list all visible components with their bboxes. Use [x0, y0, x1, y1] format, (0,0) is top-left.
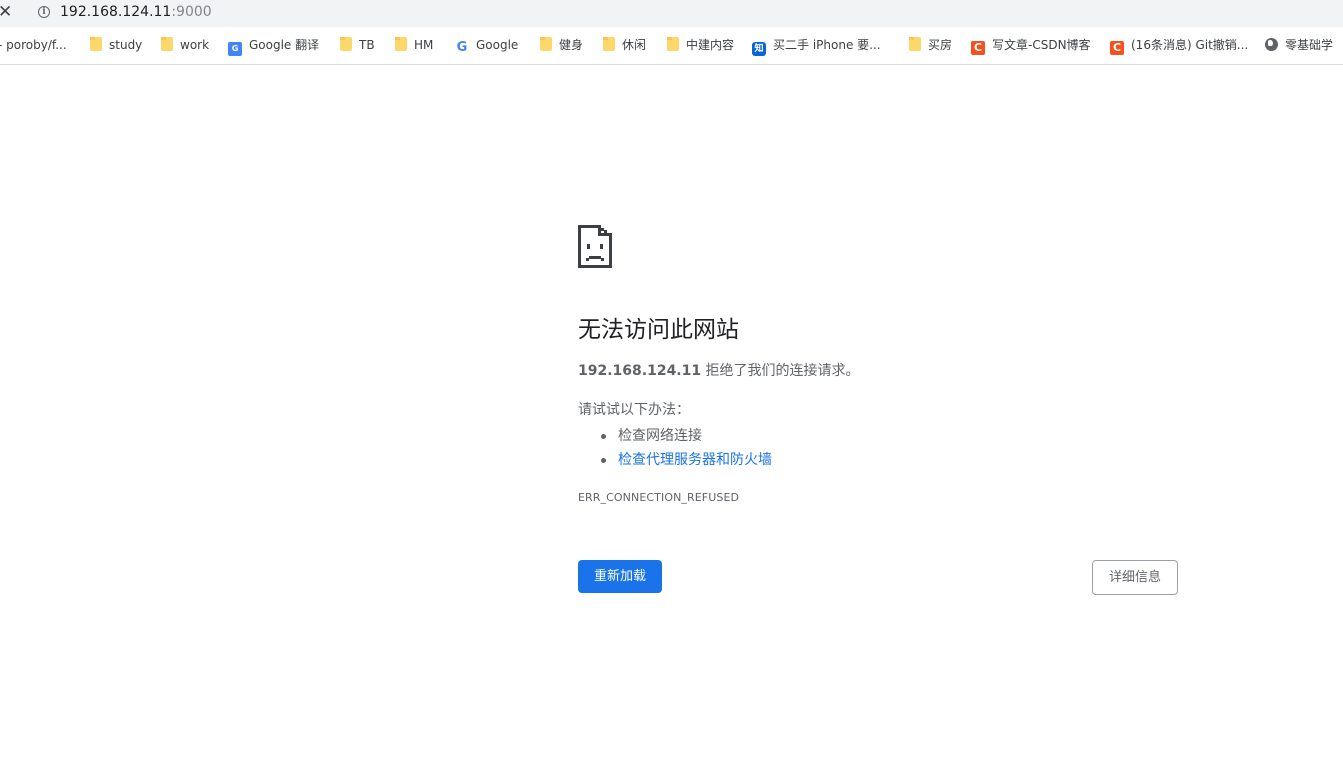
folder-icon	[90, 37, 102, 51]
details-button[interactable]: 详细信息	[1092, 560, 1178, 595]
close-icon[interactable]: ✕	[0, 3, 12, 21]
folder-icon	[667, 37, 679, 51]
bookmark-label: 休闲	[622, 38, 647, 52]
folder-icon	[909, 37, 921, 51]
bookmark-csdn-write[interactable]: C 写文章-CSDN博客	[971, 35, 1091, 55]
globe-icon	[1265, 38, 1278, 51]
csdn-icon: C	[971, 41, 985, 55]
url-port: :9000	[171, 4, 212, 20]
site-info-icon[interactable]: i	[38, 6, 50, 18]
error-code: ERR_CONNECTION_REFUSED	[578, 491, 740, 504]
bookmark-label: 买二手 iPhone 要...	[773, 38, 881, 52]
bookmark-label: - poroby/f...	[0, 38, 67, 52]
bookmark-cscec[interactable]: 中建内容	[667, 35, 734, 55]
folder-icon	[340, 37, 352, 51]
bookmarks-bar: - poroby/f... study work G Google 翻译 TB H…	[0, 27, 1343, 65]
bookmark-label: (16条消息) Git撤销...	[1131, 38, 1249, 52]
reload-button[interactable]: 重新加载	[578, 560, 662, 593]
bookmark-leisure[interactable]: 休闲	[603, 35, 646, 55]
bookmark-label: 健身	[559, 38, 584, 52]
folder-icon	[540, 37, 552, 51]
bookmark-label: 零基础学	[1285, 38, 1334, 52]
bookmark-csdn-git[interactable]: C (16条消息) Git撤销...	[1110, 35, 1248, 55]
folder-icon	[603, 37, 615, 51]
bookmark-label: Google 翻译	[249, 38, 320, 52]
bookmark-label: work	[180, 38, 210, 52]
zhihu-icon: 知	[752, 42, 766, 56]
suggestion-check-network: 检查网络连接	[578, 424, 772, 448]
sad-page-icon	[578, 225, 612, 268]
url-host: 192.168.124.11	[60, 4, 172, 20]
bookmark-work[interactable]: work	[161, 35, 209, 55]
bookmark-google-translate[interactable]: G Google 翻译	[228, 35, 320, 56]
error-host: 192.168.124.11	[578, 363, 702, 379]
bookmark-label: 中建内容	[686, 38, 735, 52]
bookmark-label: 写文章-CSDN博客	[992, 38, 1091, 52]
folder-icon	[395, 37, 407, 51]
error-heading: 无法访问此网站	[578, 317, 739, 343]
bookmark-hm[interactable]: HM	[395, 35, 433, 55]
bookmark-zhihu-iphone[interactable]: 知买二手 iPhone 要...	[752, 35, 881, 56]
error-summary-text: 拒绝了我们的连接请求。	[701, 363, 860, 379]
suggestions-list: 检查网络连接 检查代理服务器和防火墙	[578, 424, 772, 472]
bookmark-label: Google	[476, 38, 519, 52]
omnibox[interactable]: i 192.168.124.11:9000	[24, 0, 1343, 26]
bookmark-poroby[interactable]: - poroby/f...	[0, 35, 67, 55]
bookmark-label: HM	[414, 38, 434, 52]
bookmark-tb[interactable]: TB	[340, 35, 375, 55]
bookmark-fitness[interactable]: 健身	[540, 35, 583, 55]
bookmark-label: TB	[359, 38, 375, 52]
suggestions-heading: 请试试以下办法：	[578, 402, 690, 418]
url-text[interactable]: 192.168.124.11:9000	[60, 4, 212, 21]
google-translate-icon: G	[228, 42, 242, 56]
error-summary: 192.168.124.11 拒绝了我们的连接请求。	[578, 361, 860, 381]
folder-icon	[161, 37, 173, 51]
address-bar-strip: ✕ i 192.168.124.11:9000	[0, 0, 1343, 27]
csdn-icon: C	[1110, 41, 1124, 55]
google-icon: G	[456, 40, 468, 55]
bookmark-label: 买房	[928, 38, 953, 52]
bookmark-label: study	[109, 38, 143, 52]
bookmark-learn-basics[interactable]: 零基础学	[1265, 35, 1333, 55]
bookmark-study[interactable]: study	[90, 35, 142, 55]
bookmark-google[interactable]: G Google	[455, 35, 519, 55]
suggestion-check-proxy-link[interactable]: 检查代理服务器和防火墙	[578, 448, 772, 472]
bookmark-buy-house[interactable]: 买房	[909, 35, 952, 55]
